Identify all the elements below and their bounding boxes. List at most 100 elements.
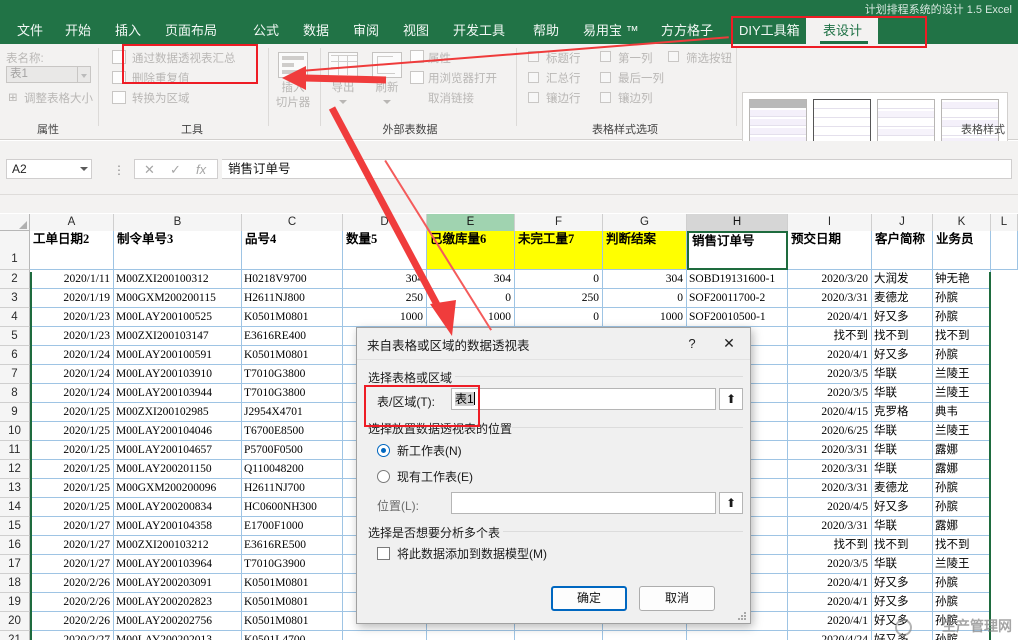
cell-J11[interactable]: 华联 [872, 441, 933, 460]
cell-B17[interactable]: M00LAY200103964 [114, 555, 242, 574]
cell-G4[interactable]: 1000 [603, 308, 687, 327]
cell-C6[interactable]: K0501M0801 [242, 346, 343, 365]
cell-J18[interactable]: 好又多 [872, 574, 933, 593]
tab-page-layout[interactable]: 页面布局 [162, 21, 220, 41]
cell-F3[interactable]: 250 [515, 289, 603, 308]
radio-new-worksheet[interactable] [377, 444, 390, 457]
cell-J15[interactable]: 华联 [872, 517, 933, 536]
cell-B18[interactable]: M00LAY200203091 [114, 574, 242, 593]
row-header-8[interactable]: 8 [0, 384, 30, 403]
cell-I15[interactable]: 2020/3/31 [788, 517, 872, 536]
cell-K12[interactable]: 露娜 [933, 460, 991, 479]
unlink-icon[interactable] [410, 91, 424, 104]
label-filter-button[interactable]: 筛选按钮 [686, 50, 732, 66]
cell-L17[interactable] [991, 555, 1018, 574]
cell-F2[interactable]: 0 [515, 270, 603, 289]
cell-B13[interactable]: M00GXM200200096 [114, 479, 242, 498]
column-header-k[interactable]: K [933, 214, 991, 231]
cell-B20[interactable]: M00LAY200202756 [114, 612, 242, 631]
cell-B21[interactable]: M00LAY200202013 [114, 631, 242, 640]
row-header-7[interactable]: 7 [0, 365, 30, 384]
table-header-cell-b1[interactable]: 制令单号3 [114, 231, 242, 270]
row-header-6[interactable]: 6 [0, 346, 30, 365]
cell-L16[interactable] [991, 536, 1018, 555]
cell-A4[interactable]: 2020/1/23 [30, 308, 114, 327]
cell-G21[interactable] [603, 631, 687, 640]
checkbox-add-to-data-model[interactable] [377, 547, 390, 560]
checkbox-banded-columns[interactable] [600, 92, 611, 103]
cell-C12[interactable]: Q110048200 [242, 460, 343, 479]
table-header-cell-h1[interactable]: 销售订单号 [687, 231, 788, 270]
cell-J10[interactable]: 华联 [872, 422, 933, 441]
cell-C11[interactable]: P5700F0500 [242, 441, 343, 460]
cell-K4[interactable]: 孙膑 [933, 308, 991, 327]
cell-I10[interactable]: 2020/6/25 [788, 422, 872, 441]
cell-F21[interactable] [515, 631, 603, 640]
column-header-j[interactable]: J [872, 214, 933, 231]
cell-L18[interactable] [991, 574, 1018, 593]
cell-B10[interactable]: M00LAY200104046 [114, 422, 242, 441]
cell-A21[interactable]: 2020/2/27 [30, 631, 114, 640]
cell-I14[interactable]: 2020/4/5 [788, 498, 872, 517]
tab-view[interactable]: 视图 [400, 21, 432, 41]
cell-B16[interactable]: M00ZXI200103212 [114, 536, 242, 555]
cell-D21[interactable] [343, 631, 427, 640]
cell-L8[interactable] [991, 384, 1018, 403]
cell-A6[interactable]: 2020/1/24 [30, 346, 114, 365]
tab-file[interactable]: 文件 [14, 21, 46, 41]
table-header-cell-f1[interactable]: 未完工量7 [515, 231, 603, 270]
radio-existing-worksheet-label[interactable]: 现有工作表(E) [397, 468, 473, 485]
cell-H4[interactable]: SOF20010500-1 [687, 308, 788, 327]
row-header-4[interactable]: 4 [0, 308, 30, 327]
cell-L6[interactable] [991, 346, 1018, 365]
cell-A17[interactable]: 2020/1/27 [30, 555, 114, 574]
close-icon[interactable]: ✕ [716, 334, 742, 354]
cell-B5[interactable]: M00ZXI200103147 [114, 327, 242, 346]
range-picker-button[interactable]: ⬆ [719, 388, 743, 410]
cell-B12[interactable]: M00LAY200201150 [114, 460, 242, 479]
cell-A15[interactable]: 2020/1/27 [30, 517, 114, 536]
cell-J9[interactable]: 克罗格 [872, 403, 933, 422]
resize-grip-icon[interactable] [738, 612, 747, 621]
cell-K11[interactable]: 露娜 [933, 441, 991, 460]
cell-B4[interactable]: M00LAY200100525 [114, 308, 242, 327]
cell-L3[interactable] [991, 289, 1018, 308]
cell-L15[interactable] [991, 517, 1018, 536]
cell-L9[interactable] [991, 403, 1018, 422]
cell-K13[interactable]: 孙膑 [933, 479, 991, 498]
cell-J5[interactable]: 找不到 [872, 327, 933, 346]
cell-I6[interactable]: 2020/4/1 [788, 346, 872, 365]
tab-review[interactable]: 审阅 [350, 21, 382, 41]
cell-H2[interactable]: SOBD19131600-1 [687, 270, 788, 289]
column-header-i[interactable]: I [788, 214, 872, 231]
column-header-g[interactable]: G [603, 214, 687, 231]
cell-K18[interactable]: 孙膑 [933, 574, 991, 593]
tab-home[interactable]: 开始 [62, 21, 94, 41]
checkbox-first-column[interactable] [600, 51, 611, 62]
cell-J19[interactable]: 好又多 [872, 593, 933, 612]
cell-A3[interactable]: 2020/1/19 [30, 289, 114, 308]
cell-K8[interactable]: 兰陵王 [933, 384, 991, 403]
help-icon[interactable]: ? [681, 334, 703, 354]
table-style-option-3[interactable] [877, 99, 935, 147]
column-header-b[interactable]: B [114, 214, 242, 231]
cell-L4[interactable] [991, 308, 1018, 327]
name-box-chevron-down-icon[interactable] [80, 167, 88, 171]
cell-J4[interactable]: 好又多 [872, 308, 933, 327]
cell-C15[interactable]: E1700F1000 [242, 517, 343, 536]
checkbox-total-row[interactable] [528, 72, 539, 83]
cell-J3[interactable]: 麦德龙 [872, 289, 933, 308]
table-header-cell-i1[interactable]: 预交日期 [788, 231, 872, 270]
cell-B8[interactable]: M00LAY200103944 [114, 384, 242, 403]
row-header-21[interactable]: 21 [0, 631, 30, 640]
pivot-table-dialog[interactable]: 来自表格或区域的数据透视表 ? ✕ 选择表格或区域 表/区域(T): 表1 ⬆ … [356, 327, 751, 624]
cell-K2[interactable]: 钟无艳 [933, 270, 991, 289]
table-header-cell-l1[interactable] [991, 231, 1018, 270]
convert-to-range-icon[interactable] [112, 91, 126, 104]
cell-J7[interactable]: 华联 [872, 365, 933, 384]
open-in-browser-icon[interactable] [410, 71, 424, 84]
cell-K3[interactable]: 孙膑 [933, 289, 991, 308]
cell-J16[interactable]: 找不到 [872, 536, 933, 555]
cell-I20[interactable]: 2020/4/1 [788, 612, 872, 631]
row-header-16[interactable]: 16 [0, 536, 30, 555]
